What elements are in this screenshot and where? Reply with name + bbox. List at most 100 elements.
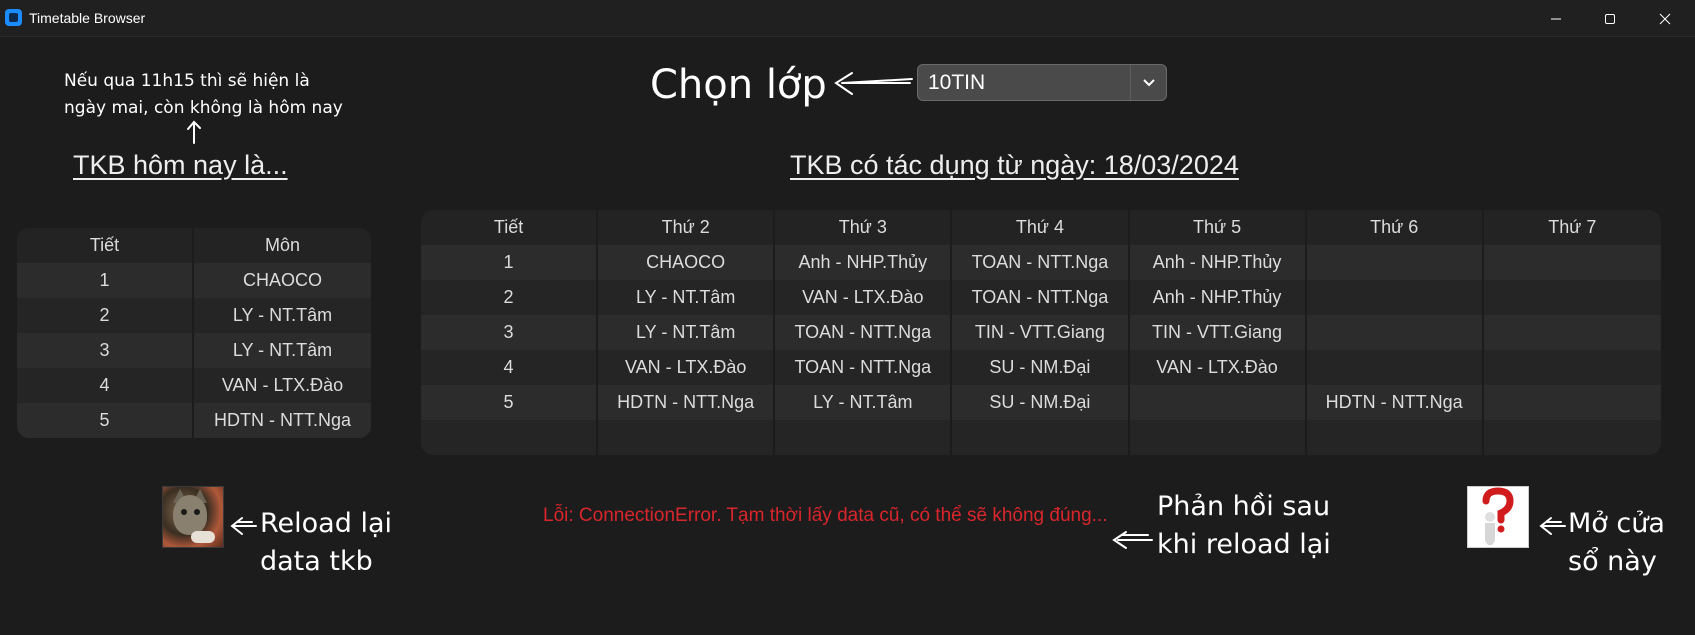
table-cell: 4	[421, 350, 599, 385]
table-cell: 2	[421, 280, 599, 315]
table-row: 5 HDTN - NTT.Nga LY - NT.Tâm SU - NM.Đại…	[421, 385, 1661, 420]
table-cell: Anh - NHP.Thủy	[1130, 280, 1307, 315]
table-cell: CHAOCO	[242, 270, 322, 290]
help-button[interactable]	[1467, 486, 1529, 548]
class-select[interactable]: 10TIN	[917, 64, 1167, 101]
table-cell	[1484, 315, 1661, 350]
table-cell: TOAN - NTT.Nga	[775, 350, 953, 385]
table-cell: VAN - LTX.Đào	[221, 375, 344, 395]
status-message: Lỗi: ConnectionError. Tạm thời lấy data …	[543, 505, 1108, 526]
left-arrow-icon	[834, 72, 913, 95]
chevron-down-icon	[1142, 78, 1155, 86]
week-table: Tiết Thứ 2 Thứ 3 Thứ 4 Thứ 5 Thứ 6 Thứ 7…	[421, 210, 1661, 455]
table-row	[421, 420, 1661, 455]
feedback-note-line1: Phản hồi sau	[1157, 491, 1331, 522]
reload-note: Reload lại data tkb	[260, 505, 392, 581]
today-rule-note: Nếu qua 11h15 thì sẽ hiện là ngày mai, c…	[64, 68, 384, 122]
table-row: 5 HDTN - NTT.Nga	[17, 403, 371, 438]
left-arrow-icon	[1539, 517, 1566, 535]
maximize-icon	[1605, 13, 1615, 24]
table-cell: TOAN - NTT.Nga	[952, 245, 1130, 280]
table-cell: 3	[17, 333, 194, 368]
week-table-header: Tiết Thứ 2 Thứ 3 Thứ 4 Thứ 5 Thứ 6 Thứ 7	[421, 210, 1661, 245]
week-header-day: Thứ 4	[952, 210, 1130, 245]
feedback-note: Phản hồi sau khi reload lại	[1157, 488, 1331, 564]
table-cell: 4	[17, 368, 194, 403]
close-icon	[1659, 13, 1671, 24]
table-cell: LY - NT.Tâm	[598, 315, 776, 350]
table-cell: Anh - NHP.Thủy	[1130, 245, 1307, 280]
app-icon	[5, 9, 22, 26]
table-cell	[1307, 420, 1484, 455]
table-cell	[1307, 350, 1484, 385]
table-cell	[421, 420, 599, 455]
table-cell	[1484, 350, 1661, 385]
table-row: 1 CHAOCO Anh - NHP.Thủy TOAN - NTT.Nga A…	[421, 245, 1661, 280]
table-cell: 1	[421, 245, 599, 280]
table-cell: SU - NM.Đại	[952, 385, 1130, 420]
week-header-day: Thứ 2	[598, 210, 776, 245]
minimize-icon	[1551, 18, 1561, 19]
left-arrow-icon	[1112, 531, 1153, 549]
table-cell: LY - NT.Tâm	[232, 305, 333, 325]
week-heading: TKB có tác dụng từ ngày: 18/03/2024	[790, 150, 1239, 180]
window-title: Timetable Browser	[29, 10, 146, 26]
table-cell: TIN - VTT.Giang	[1130, 315, 1307, 350]
table-cell: LY - NT.Tâm	[232, 340, 333, 360]
table-row: 2 LY - NT.Tâm VAN - LTX.Đào TOAN - NTT.N…	[421, 280, 1661, 315]
table-cell	[1307, 245, 1484, 280]
table-cell	[1484, 420, 1661, 455]
today-table-header: Tiết Môn	[17, 228, 371, 263]
minimize-button[interactable]	[1533, 0, 1579, 37]
table-cell: 1	[17, 263, 194, 298]
table-cell: HDTN - NTT.Nga	[598, 385, 776, 420]
table-cell: Anh - NHP.Thủy	[775, 245, 953, 280]
today-table: Tiết Môn 1 CHAOCO 2 LY - NT.Tâm 3 LY - N…	[17, 228, 371, 438]
table-cell: 2	[17, 298, 194, 333]
class-select-dropdown-button[interactable]	[1130, 65, 1166, 100]
table-cell	[1484, 280, 1661, 315]
table-cell: SU - NM.Đại	[952, 350, 1130, 385]
table-cell	[952, 420, 1130, 455]
table-cell: TOAN - NTT.Nga	[775, 315, 953, 350]
table-row: 2 LY - NT.Tâm	[17, 298, 371, 333]
maximize-button[interactable]	[1587, 0, 1633, 37]
table-cell: VAN - LTX.Đào	[598, 350, 776, 385]
close-button[interactable]	[1642, 0, 1688, 37]
table-cell: LY - NT.Tâm	[598, 280, 776, 315]
table-cell: CHAOCO	[598, 245, 776, 280]
reload-note-line2: data tkb	[260, 546, 373, 577]
week-header-day: Thứ 5	[1130, 210, 1307, 245]
table-row: 1 CHAOCO	[17, 263, 371, 298]
table-row: 4 VAN - LTX.Đào TOAN - NTT.Nga SU - NM.Đ…	[421, 350, 1661, 385]
table-row: 3 LY - NT.Tâm TOAN - NTT.Nga TIN - VTT.G…	[421, 315, 1661, 350]
today-header-subject: Môn	[264, 235, 300, 255]
table-cell	[1484, 245, 1661, 280]
table-row: 4 VAN - LTX.Đào	[17, 368, 371, 403]
feedback-note-line2: khi reload lại	[1157, 529, 1331, 560]
open-window-note-line2: sổ này	[1568, 546, 1657, 577]
table-cell	[1307, 315, 1484, 350]
table-cell: TOAN - NTT.Nga	[952, 280, 1130, 315]
table-cell	[1130, 420, 1307, 455]
open-window-note: Mở cửa sổ này	[1568, 505, 1665, 581]
table-cell	[1307, 280, 1484, 315]
table-cell	[598, 420, 776, 455]
select-class-note: Chọn lớp	[650, 62, 827, 108]
table-cell: 5	[421, 385, 599, 420]
reload-button[interactable]	[162, 486, 224, 548]
table-cell: TIN - VTT.Giang	[952, 315, 1130, 350]
week-header-day: Thứ 6	[1307, 210, 1484, 245]
today-header-period: Tiết	[17, 228, 194, 263]
table-cell	[1130, 385, 1307, 420]
table-row: 3 LY - NT.Tâm	[17, 333, 371, 368]
question-person-icon	[1482, 487, 1514, 545]
week-header-day: Thứ 3	[775, 210, 953, 245]
table-cell: 5	[17, 403, 194, 438]
reload-note-line1: Reload lại	[260, 508, 392, 539]
cat-photo-icon	[173, 495, 207, 535]
up-arrow-icon	[187, 120, 201, 144]
table-cell: 3	[421, 315, 599, 350]
class-select-value: 10TIN	[928, 71, 986, 94]
table-cell: HDTN - NTT.Nga	[213, 410, 351, 430]
